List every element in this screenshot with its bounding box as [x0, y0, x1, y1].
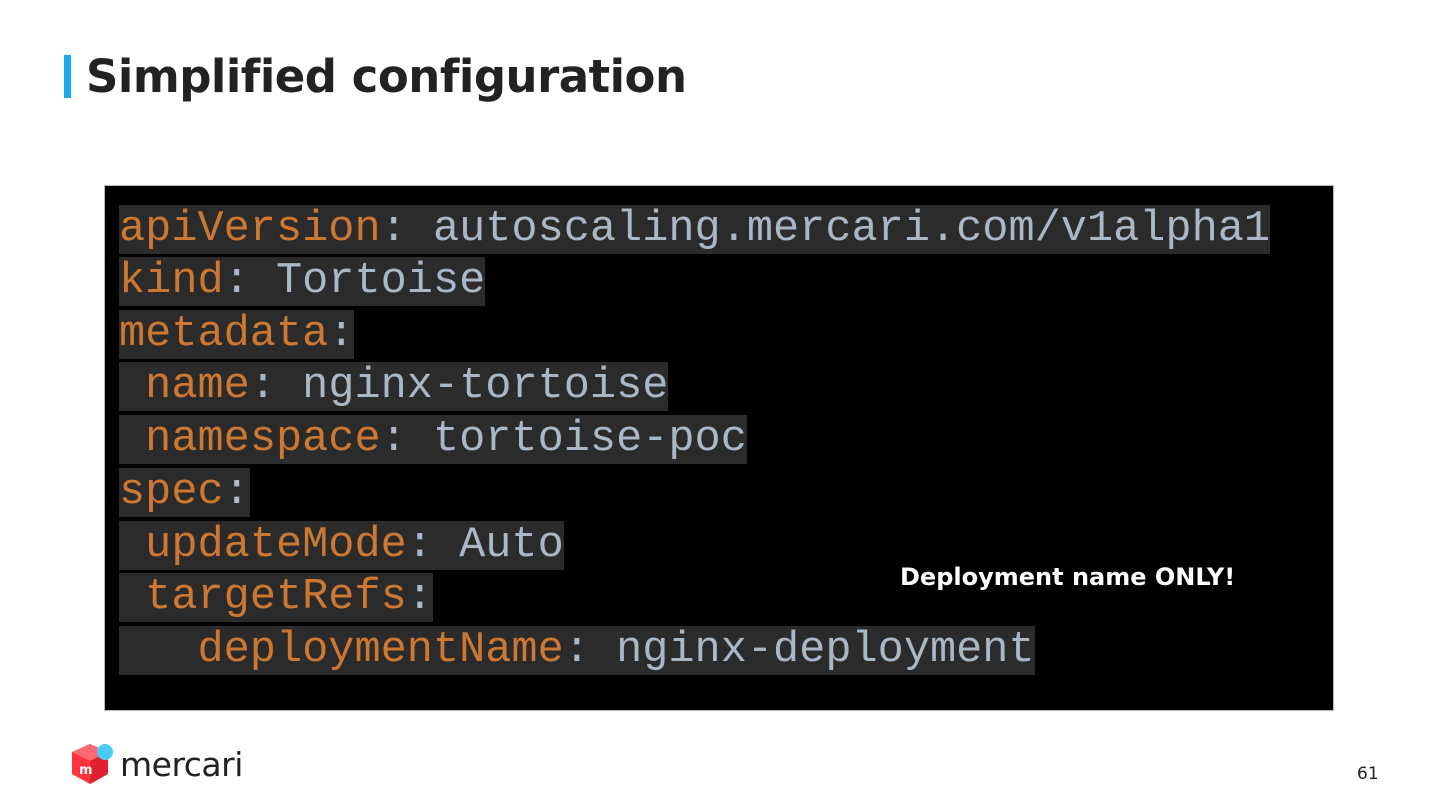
code-line: targetRefs:	[119, 572, 433, 624]
yaml-key: apiVersion	[119, 205, 381, 254]
code-line: metadata:	[119, 310, 355, 359]
yaml-key: spec	[119, 468, 224, 517]
code-line: deploymentName: nginx-deployment	[119, 625, 1035, 677]
yaml-key: name	[145, 362, 250, 411]
yaml-key: kind	[119, 257, 224, 306]
code-line: updateMode: Auto	[119, 520, 564, 572]
slide-title: Simplified configuration	[86, 50, 687, 103]
yaml-key: namespace	[145, 415, 381, 464]
yaml-value: Auto	[459, 521, 564, 570]
code-line: name: nginx-tortoise	[119, 361, 669, 413]
yaml-key: metadata	[119, 310, 329, 359]
yaml-value: nginx-tortoise	[302, 362, 669, 411]
code-block: apiVersion: autoscaling.mercari.com/v1al…	[104, 185, 1334, 711]
page-number: 61	[1357, 764, 1379, 784]
yaml-key: targetRefs	[145, 573, 407, 622]
yaml-value: nginx-deployment	[616, 626, 1035, 675]
code-line: spec:	[119, 468, 250, 517]
yaml-value: Tortoise	[275, 257, 486, 306]
code-line: apiVersion: autoscaling.mercari.com/v1al…	[119, 205, 1271, 254]
yaml-value: tortoise-poc	[432, 415, 747, 464]
svg-text:m: m	[79, 763, 93, 778]
code-line: kind: Tortoise	[119, 257, 486, 306]
yaml-key: deploymentName	[197, 626, 564, 675]
callout-note: Deployment name ONLY!	[900, 563, 1236, 591]
code-line: namespace: tortoise-poc	[119, 414, 747, 466]
yaml-value: autoscaling.mercari.com/v1alpha1	[432, 205, 1271, 254]
yaml-key: updateMode	[145, 521, 407, 570]
brand-wordmark: mercari	[120, 745, 243, 784]
title-accent-bar	[64, 55, 71, 98]
